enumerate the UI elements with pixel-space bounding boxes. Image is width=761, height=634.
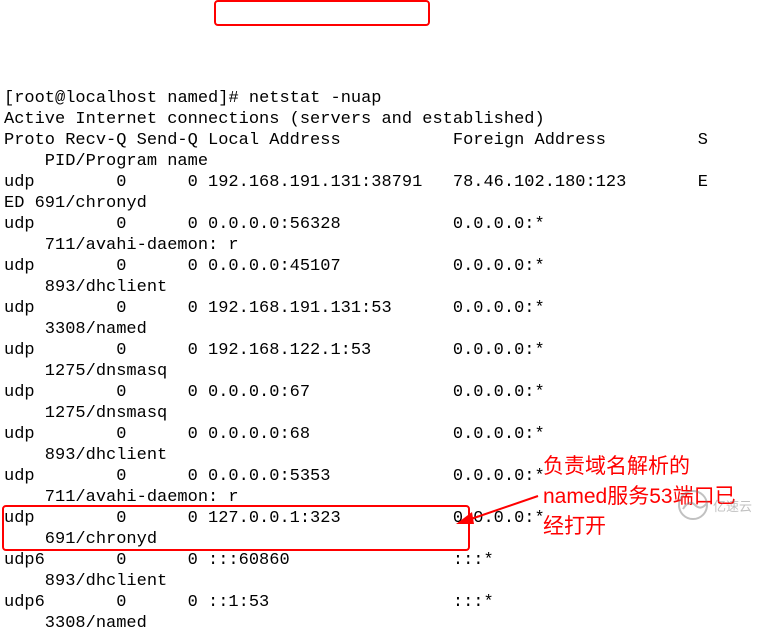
prompt-close: ] <box>218 89 228 108</box>
table-row: 711/avahi-daemon: r <box>4 488 239 507</box>
table-row: 893/dhclient <box>4 278 167 297</box>
table-row: 893/dhclient <box>4 572 167 591</box>
table-row: ED 691/chronyd <box>4 194 147 213</box>
table-row: udp 0 0 0.0.0.0:45107 0.0.0.0:* <box>4 257 545 276</box>
table-row: 691/chronyd <box>4 530 157 549</box>
table-row: udp 0 0 0.0.0.0:5353 0.0.0.0:* <box>4 467 545 486</box>
annotation-text: 负责域名解析的named服务53端口已经打开 <box>543 452 743 542</box>
table-row: 711/avahi-daemon: r <box>4 236 239 255</box>
table-row: udp 0 0 127.0.0.1:323 0.0.0.0:* <box>4 509 545 528</box>
table-row: 3308/named <box>4 320 147 339</box>
prompt-at: @ <box>55 89 65 108</box>
output-columns: Proto Recv-Q Send-Q Local Address Foreig… <box>4 131 708 150</box>
table-row: udp 0 0 192.168.191.131:38791 78.46.102.… <box>4 173 708 192</box>
output-title: Active Internet connections (servers and… <box>4 110 545 129</box>
command[interactable]: netstat -nuap <box>249 89 382 108</box>
table-row: 1275/dnsmasq <box>4 362 167 381</box>
table-row: 893/dhclient <box>4 446 167 465</box>
highlight-command-box <box>214 0 430 26</box>
prompt-user: root <box>14 89 55 108</box>
prompt-open: [ <box>4 89 14 108</box>
table-row: 1275/dnsmasq <box>4 404 167 423</box>
table-row: udp 0 0 192.168.191.131:53 0.0.0.0:* <box>4 299 545 318</box>
table-row: 3308/named <box>4 614 147 633</box>
output-columns2: PID/Program name <box>4 152 208 171</box>
prompt-symbol: # <box>228 89 238 108</box>
table-row: udp 0 0 0.0.0.0:56328 0.0.0.0:* <box>4 215 545 234</box>
table-row: udp6 0 0 ::1:53 :::* <box>4 593 494 612</box>
table-row: udp 0 0 0.0.0.0:67 0.0.0.0:* <box>4 383 545 402</box>
prompt-host: localhost <box>65 89 157 108</box>
table-row: udp 0 0 192.168.122.1:53 0.0.0.0:* <box>4 341 545 360</box>
prompt-dir: named <box>167 89 218 108</box>
table-row: udp 0 0 0.0.0.0:68 0.0.0.0:* <box>4 425 545 444</box>
